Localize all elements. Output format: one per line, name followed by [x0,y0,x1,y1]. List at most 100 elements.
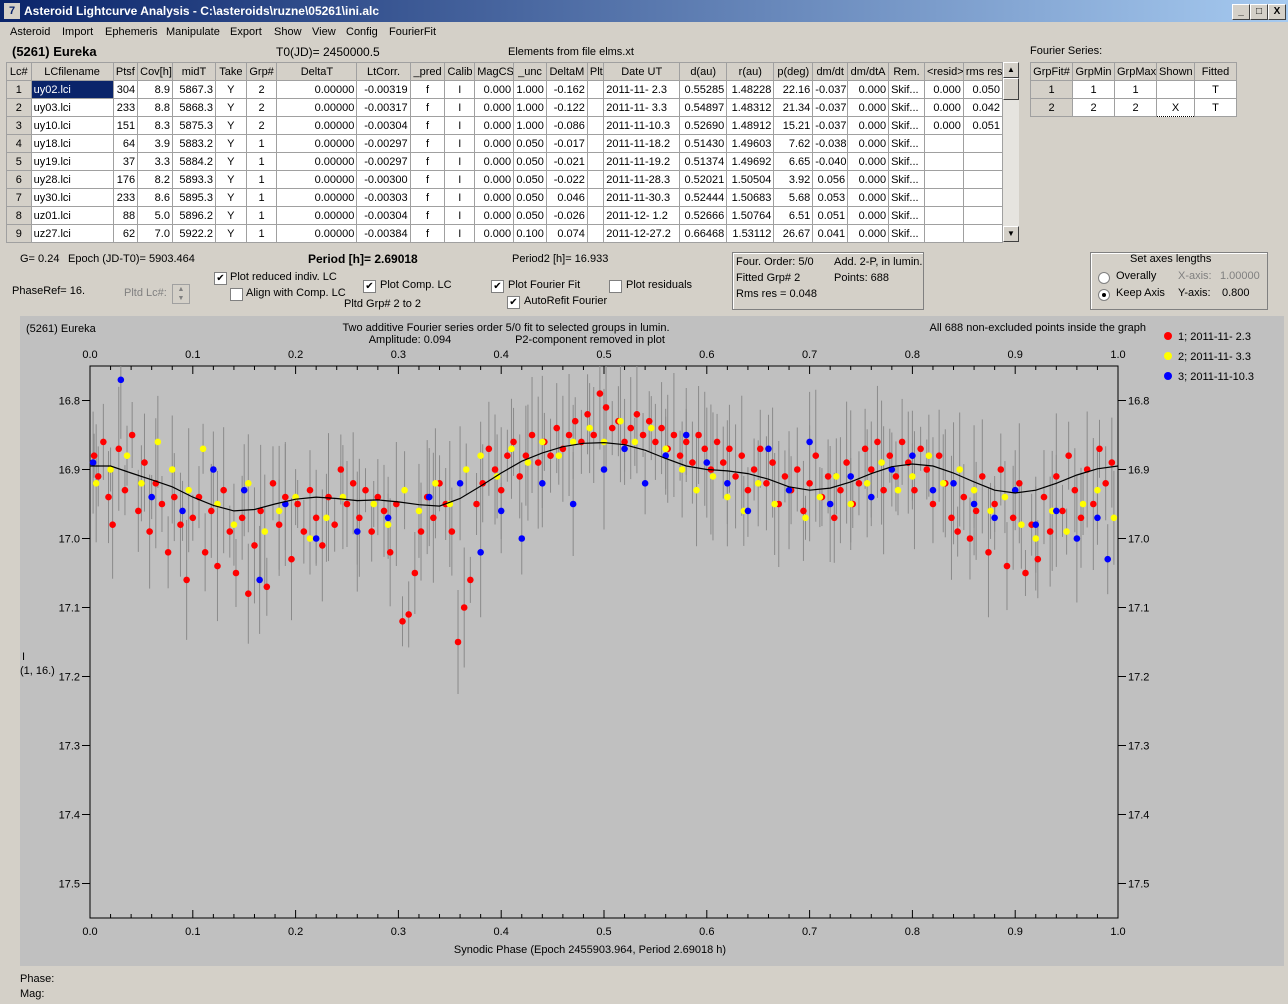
table-cell[interactable]: 0.100 [513,224,547,243]
table-row[interactable]: 4 uy18.lci 64 3.9 5883.2 Y 1 0.00000 -0.00297 f I 0… [6,134,1004,153]
table-cell[interactable]: 0.000 [847,170,890,189]
table-cell[interactable]: 0.00000 [276,224,358,243]
table-cell[interactable]: 1 [245,224,278,243]
table-cell[interactable]: Y [214,224,247,243]
menu-import[interactable]: Import [62,26,93,38]
table-cell[interactable]: 0.00000 [276,134,358,153]
table-cell[interactable]: Y [214,80,247,99]
table-cell[interactable]: -0.00303 [356,188,411,207]
table-cell[interactable]: -0.00304 [356,116,411,135]
table-cell[interactable]: 1.000 [513,98,547,117]
table-row[interactable]: 3 uy10.lci 151 8.3 5875.3 Y 2 0.00000 -0.00304 f I… [6,116,1004,135]
table-cell[interactable] [586,224,605,243]
fourier-row[interactable]: 222XT [1030,98,1237,117]
menu-show[interactable]: Show [274,26,302,38]
table-row[interactable]: 9 uz27.lci 62 7.0 5922.2 Y 1 0.00000 -0.00384 f I 0… [6,224,1004,243]
table-cell[interactable]: 0.00000 [276,170,358,189]
scroll-thumb[interactable] [1003,78,1019,100]
table-cell[interactable]: 0.55285 [679,80,728,99]
table-cell[interactable]: -0.022 [545,170,588,189]
table-cell[interactable]: 5895.3 [171,188,216,207]
table-cell[interactable] [586,188,605,207]
table-cell[interactable]: 0.051 [962,116,1004,135]
table-cell[interactable]: 2011-11- 2.3 [603,80,681,99]
table-cell[interactable]: uz27.lci [30,224,114,243]
plot-fourier-checkbox[interactable]: ✔ [491,280,504,293]
table-cell[interactable]: 233 [112,98,139,117]
table-cell[interactable]: 0.52666 [679,206,728,225]
table-cell[interactable]: 1.000 [513,116,547,135]
row-number[interactable]: 5 [6,152,32,171]
menu-export[interactable]: Export [230,26,262,38]
table-cell[interactable]: 2011-11-18.2 [603,134,681,153]
scroll-down-icon[interactable]: ▼ [1003,226,1019,242]
table-cell[interactable] [586,206,605,225]
table-cell[interactable]: 0.51430 [679,134,728,153]
table-cell[interactable]: 0.00000 [276,98,358,117]
table-row[interactable]: 2 uy03.lci 233 8.8 5868.3 Y 2 0.00000 -0.00317 f I… [6,98,1004,117]
table-cell[interactable]: 0.000 [847,134,890,153]
table-cell[interactable]: 1.53112 [726,224,775,243]
table-cell[interactable]: 8.9 [137,80,173,99]
table-cell[interactable]: uy28.lci [30,170,114,189]
table-cell[interactable]: uz01.lci [30,206,114,225]
table-cell[interactable] [962,188,1004,207]
table-cell[interactable]: I [444,98,476,117]
keep-axis-radio[interactable] [1098,289,1110,301]
table-cell[interactable]: -0.00319 [356,80,411,99]
table-cell[interactable]: uy10.lci [30,116,114,135]
table-cell[interactable]: 3.3 [137,152,173,171]
table-cell[interactable] [586,80,605,99]
table-cell[interactable] [586,170,605,189]
table-cell[interactable] [923,170,964,189]
table-cell[interactable]: f [409,116,446,135]
row-number[interactable]: 2 [6,98,32,117]
table-cell[interactable]: 1.49692 [726,152,775,171]
table-cell[interactable]: 7.62 [773,134,814,153]
table-cell[interactable]: Y [214,188,247,207]
table-cell[interactable]: 1.50504 [726,170,775,189]
table-row[interactable]: 8 uz01.lci 88 5.0 5896.2 Y 1 0.00000 -0.00304 f I 0… [6,206,1004,225]
table-cell[interactable]: 0.000 [474,80,515,99]
table-cell[interactable]: I [444,134,476,153]
table-cell[interactable]: 0.000 [847,188,890,207]
fourier-cell[interactable]: T [1194,98,1237,117]
table-cell[interactable]: 0.000 [923,80,964,99]
table-cell[interactable]: 7.0 [137,224,173,243]
table-cell[interactable]: Skif... [888,134,925,153]
table-cell[interactable]: Y [214,98,247,117]
table-cell[interactable]: -0.00384 [356,224,411,243]
column-header[interactable]: Date UT [603,62,681,81]
column-header[interactable]: Calib [444,62,476,81]
scroll-up-icon[interactable]: ▲ [1003,62,1019,78]
column-header[interactable]: Cov[h] [137,62,173,81]
table-cell[interactable]: f [409,134,446,153]
table-cell[interactable] [586,98,605,117]
table-cell[interactable]: 176 [112,170,139,189]
fourier-row[interactable]: 111T [1030,80,1237,99]
menu-view[interactable]: View [312,26,336,38]
column-header[interactable]: _pred [409,62,446,81]
table-cell[interactable]: 0.074 [545,224,588,243]
table-cell[interactable] [923,134,964,153]
table-cell[interactable]: Skif... [888,116,925,135]
plot-comp-checkbox[interactable]: ✔ [363,280,376,293]
column-header[interactable]: MagCS [474,62,515,81]
table-cell[interactable]: 2011-12- 1.2 [603,206,681,225]
table-cell[interactable] [923,188,964,207]
table-cell[interactable]: 5922.2 [171,224,216,243]
table-cell[interactable]: Skif... [888,224,925,243]
table-cell[interactable] [962,134,1004,153]
column-header[interactable]: dm/dt [812,62,849,81]
column-header[interactable]: LCfilename [30,62,114,81]
table-cell[interactable]: -0.00304 [356,206,411,225]
column-header[interactable]: Grp# [245,62,278,81]
table-cell[interactable]: 5867.3 [171,80,216,99]
table-cell[interactable]: 0.000 [474,116,515,135]
table-cell[interactable]: 15.21 [773,116,814,135]
plot-residuals-checkbox[interactable] [609,280,622,293]
pltd-lc-spinner[interactable]: ▲ ▼ [172,284,190,304]
table-cell[interactable]: 0.000 [847,152,890,171]
table-cell[interactable]: -0.162 [545,80,588,99]
table-cell[interactable]: 1 [245,188,278,207]
